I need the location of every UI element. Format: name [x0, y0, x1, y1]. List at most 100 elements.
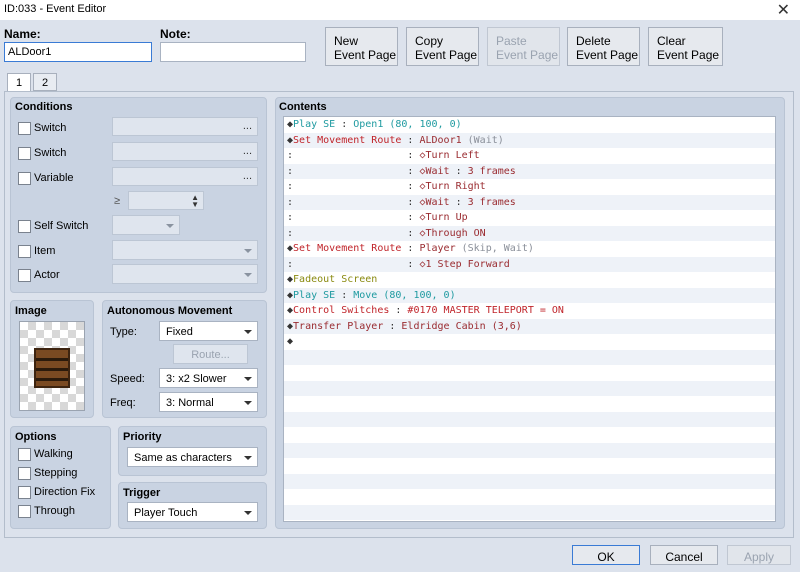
name-input[interactable]: ALDoor1: [4, 42, 152, 62]
walking-checkbox[interactable]: [18, 448, 31, 461]
command-row[interactable]: ◆Control Switches : #0170 MASTER TELEPOR…: [284, 303, 775, 319]
switch1-selector[interactable]: ...: [112, 117, 258, 136]
tab-page-2[interactable]: 2: [33, 73, 57, 91]
new-button-line2: Event Page: [334, 48, 397, 62]
delete-event-page-button[interactable]: Delete Event Page: [567, 27, 640, 66]
command-row[interactable]: ◆: [284, 334, 775, 350]
command-row[interactable]: : : ◇Turn Left: [284, 148, 775, 164]
direction-fix-label: Direction Fix: [34, 486, 96, 498]
switch1-checkbox[interactable]: [18, 122, 31, 135]
close-icon[interactable]: ✕: [777, 0, 790, 20]
spin-down-icon[interactable]: ▼: [191, 200, 199, 209]
command-row[interactable]: [284, 458, 775, 474]
chevron-down-icon: [244, 249, 252, 253]
command-text: ◇Through ON: [419, 227, 486, 239]
cancel-button[interactable]: Cancel: [650, 545, 718, 565]
event-command-list[interactable]: ◆Play SE : Open1 (80, 100, 0) ◆Set Moveme…: [283, 116, 776, 522]
actor-dropdown[interactable]: [112, 264, 258, 284]
command-row[interactable]: : : ◇1 Step Forward: [284, 256, 775, 272]
switch2-label: Switch: [34, 147, 67, 159]
command-row[interactable]: ◆Transfer Player : Eldridge Cabin (3,6): [284, 318, 775, 334]
self-switch-checkbox[interactable]: [18, 220, 31, 233]
command-text: :: [335, 119, 354, 130]
command-row[interactable]: [284, 442, 775, 458]
stepping-checkbox[interactable]: [18, 467, 31, 480]
chevron-down-icon: [244, 330, 252, 334]
ok-button[interactable]: OK: [572, 545, 640, 565]
through-label: Through: [34, 505, 75, 517]
item-dropdown[interactable]: [112, 240, 258, 260]
new-event-page-button[interactable]: New Event Page: [325, 27, 398, 66]
command-row[interactable]: ◆Play SE : Move (80, 100, 0): [284, 287, 775, 303]
command-row[interactable]: : : ◇Wait : 3 frames: [284, 163, 775, 179]
item-checkbox[interactable]: [18, 245, 31, 258]
window-title: ID:033 - Event Editor: [4, 3, 107, 15]
command-text: :: [335, 289, 354, 301]
command-row[interactable]: : : ◇Turn Up: [284, 210, 775, 226]
variable-checkbox[interactable]: [18, 172, 31, 185]
delete-button-line2: Event Page: [576, 48, 639, 62]
trigger-value: Player Touch: [134, 507, 198, 519]
movement-type-dropdown[interactable]: Fixed: [159, 321, 258, 341]
clear-button-line2: Event Page: [657, 48, 720, 62]
command-text: ◇Turn Left: [419, 150, 480, 161]
autonomous-movement-title: Autonomous Movement: [107, 305, 233, 317]
trigger-title: Trigger: [123, 487, 161, 499]
event-image-preview[interactable]: [19, 321, 85, 411]
command-row[interactable]: : : ◇Wait : 3 frames: [284, 194, 775, 210]
command-row[interactable]: [284, 411, 775, 427]
command-row[interactable]: : : ◇Turn Right: [284, 179, 775, 195]
through-checkbox[interactable]: [18, 505, 31, 518]
copy-event-page-button[interactable]: Copy Event Page: [406, 27, 479, 66]
actor-checkbox[interactable]: [18, 269, 31, 282]
self-switch-dropdown[interactable]: [112, 215, 180, 235]
variable-value-spinner[interactable]: ▲ ▼: [128, 191, 204, 210]
command-row[interactable]: : : ◇Through ON: [284, 225, 775, 241]
switch2-selector[interactable]: ...: [112, 142, 258, 161]
command-text: :: [389, 305, 408, 316]
command-row[interactable]: [284, 489, 775, 505]
route-button[interactable]: Route...: [173, 344, 248, 364]
command-text: 3 frames: [467, 165, 516, 177]
command-row[interactable]: [284, 427, 775, 443]
command-bullet-icon: ◆: [287, 336, 294, 347]
command-row[interactable]: [284, 380, 775, 396]
command-text: Player: [419, 243, 456, 254]
trigger-dropdown[interactable]: Player Touch: [127, 502, 258, 522]
freq-dropdown[interactable]: 3: Normal: [159, 392, 258, 412]
command-row[interactable]: [284, 396, 775, 412]
command-text: Play SE: [293, 289, 336, 301]
variable-selector[interactable]: ...: [112, 167, 258, 186]
command-text: Open1 (80, 100, 0): [353, 119, 462, 130]
note-label: Note:: [160, 27, 191, 41]
command-text: Move (80, 100, 0): [353, 289, 456, 301]
variable-dots: ...: [242, 170, 252, 182]
command-row[interactable]: ◆Fadeout Screen: [284, 272, 775, 288]
direction-fix-checkbox[interactable]: [18, 486, 31, 499]
note-input[interactable]: [160, 42, 306, 62]
command-text: Eldridge Cabin (3,6): [401, 320, 522, 332]
apply-button[interactable]: Apply: [727, 545, 791, 565]
priority-dropdown[interactable]: Same as characters: [127, 447, 258, 467]
freq-value: 3: Normal: [166, 397, 214, 409]
paste-event-page-button[interactable]: Paste Event Page: [487, 27, 560, 66]
actor-label: Actor: [34, 269, 60, 281]
priority-title: Priority: [123, 431, 162, 443]
command-text: :: [293, 181, 420, 192]
switch2-checkbox[interactable]: [18, 147, 31, 160]
copy-button-line1: Copy: [415, 34, 444, 48]
command-row[interactable]: [284, 473, 775, 489]
contents-title: Contents: [279, 101, 327, 113]
command-row[interactable]: [284, 504, 775, 520]
clear-event-page-button[interactable]: Clear Event Page: [648, 27, 723, 66]
clear-button-line1: Clear: [657, 34, 686, 48]
command-row[interactable]: [284, 365, 775, 381]
command-row[interactable]: ◆Set Movement Route : Player (Skip, Wait…: [284, 241, 775, 257]
tab-page-1[interactable]: 1: [7, 73, 31, 92]
command-text: ◇1 Step Forward: [419, 258, 510, 270]
command-row[interactable]: ◆Set Movement Route : ALDoor1 (Wait): [284, 132, 775, 148]
command-row[interactable]: ◆Play SE : Open1 (80, 100, 0): [284, 117, 775, 133]
speed-dropdown[interactable]: 3: x2 Slower: [159, 368, 258, 388]
command-text: :: [401, 134, 420, 146]
command-row[interactable]: [284, 349, 775, 365]
